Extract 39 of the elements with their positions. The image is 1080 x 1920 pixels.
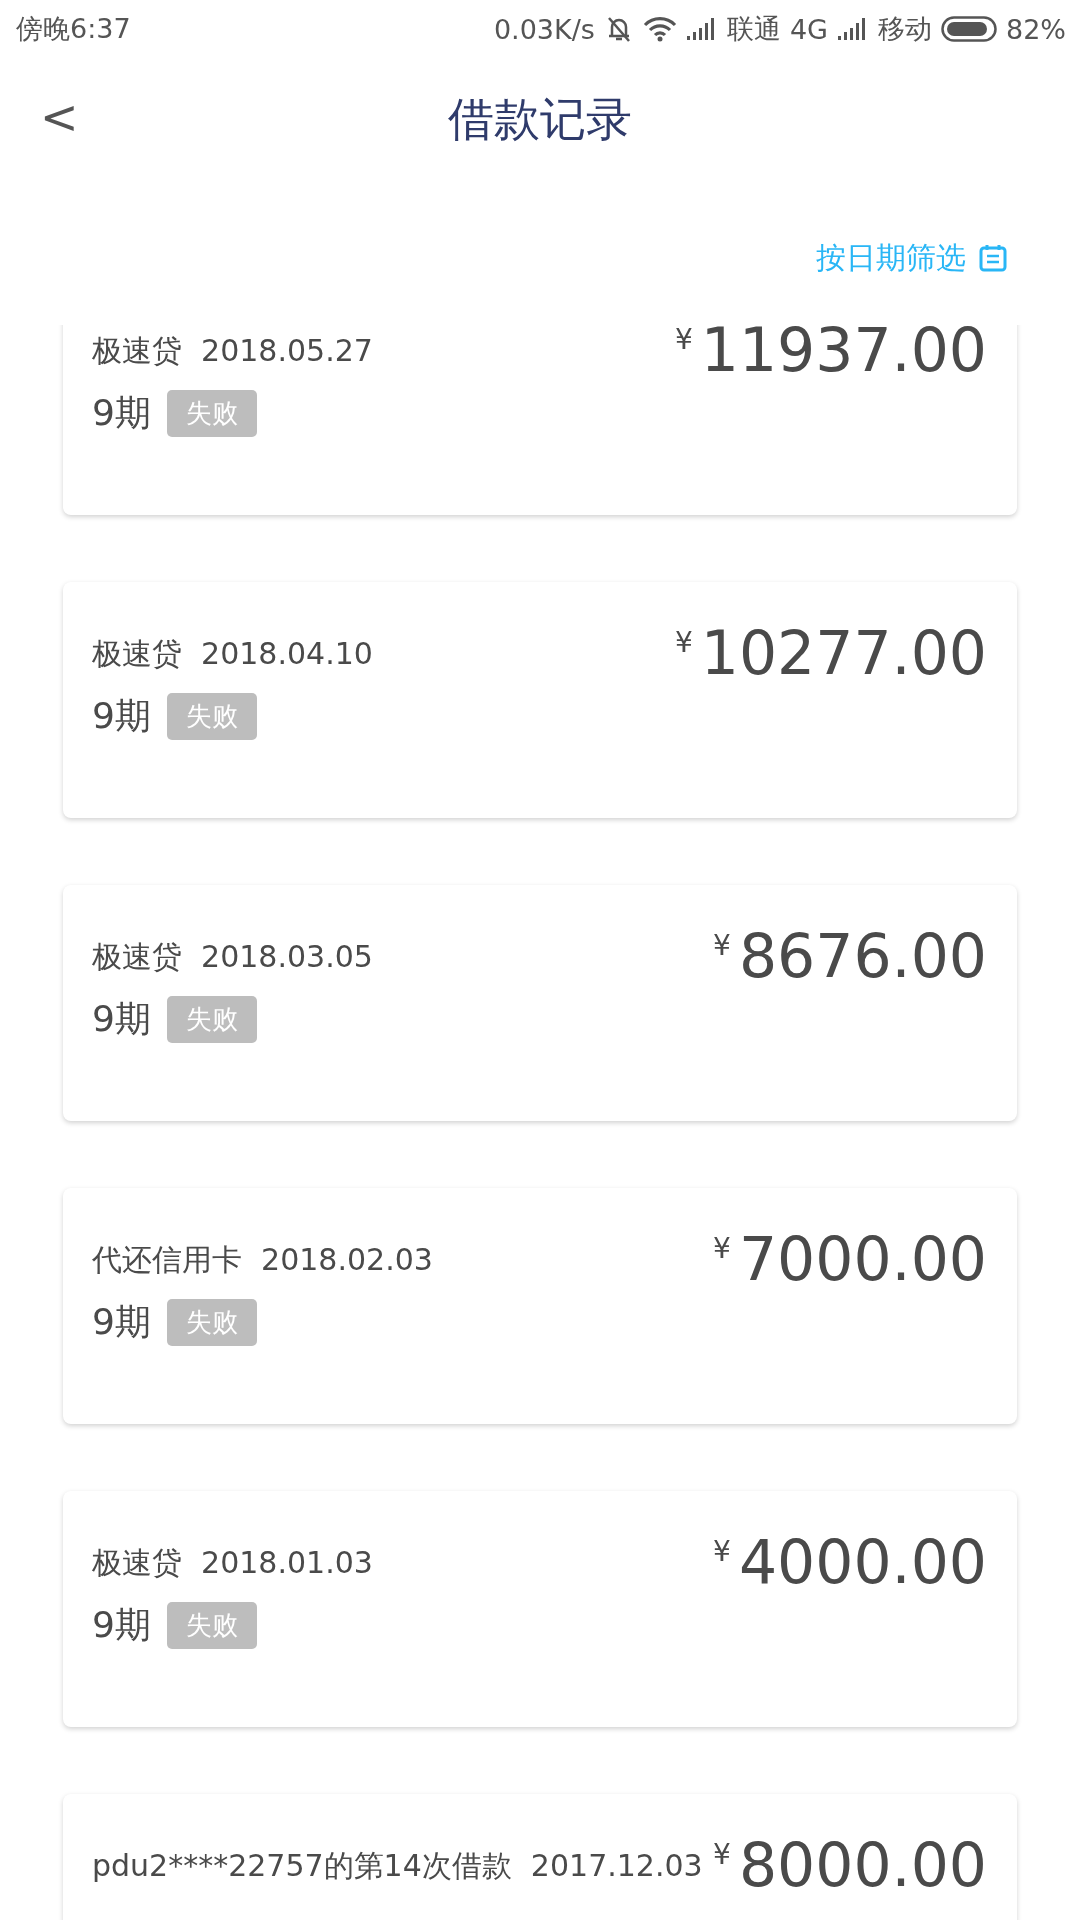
installment-count: 9期 [92, 694, 151, 738]
status-tag: 失败 [166, 1299, 257, 1346]
installment-count: 9期 [92, 997, 151, 1041]
loan-title: 极速贷 2018.05.27 [92, 332, 373, 370]
status-tag: 失败 [166, 693, 257, 740]
loan-title: pdu2****22757的第14次借款 2017.12.03 [92, 1847, 703, 1885]
loan-title: 极速贷 2018.03.05 [92, 938, 373, 976]
carrier-name: 联通 [726, 12, 781, 46]
loan-title: 代还信用卡 2018.02.03 [92, 1241, 433, 1279]
calendar-icon [978, 243, 1008, 273]
loan-amount: 7000.00 [738, 1226, 987, 1292]
page-title: 借款记录 [448, 91, 632, 148]
loan-amount: 4000.00 [738, 1529, 987, 1595]
battery-icon [941, 16, 997, 42]
back-button[interactable]: < [30, 86, 89, 148]
loan-amount: 8000.00 [738, 1832, 987, 1898]
status-tag: 失败 [166, 1602, 257, 1649]
network-speed: 0.03K/s [493, 13, 595, 45]
clock-time: 傍晚6:37 [16, 12, 131, 46]
installment-count: 9期 [92, 391, 151, 435]
status-tag: 失败 [166, 996, 257, 1043]
wifi-icon [642, 16, 677, 42]
network-type: 4G [789, 13, 828, 45]
loan-amount: 11937.00 [700, 325, 987, 383]
installment-count: 9期 [92, 1300, 151, 1344]
carrier-name: 移动 [878, 12, 932, 46]
currency-symbol: ¥ [713, 1232, 731, 1265]
currency-symbol: ¥ [713, 1535, 731, 1568]
loan-title: 极速贷 2018.01.03 [92, 1544, 373, 1582]
loan-title: 极速贷 2018.04.10 [92, 635, 373, 673]
status-tag: 失败 [166, 390, 257, 437]
currency-symbol: ¥ [674, 325, 693, 356]
installment-count: 9期 [92, 1603, 151, 1647]
currency-symbol: ¥ [674, 626, 693, 659]
loan-amount: 8676.00 [738, 923, 987, 989]
currency-symbol: ¥ [713, 929, 731, 962]
currency-symbol: ¥ [713, 1838, 731, 1871]
loan-amount: 10277.00 [700, 620, 987, 686]
battery-percentage: 82% [1006, 13, 1066, 45]
